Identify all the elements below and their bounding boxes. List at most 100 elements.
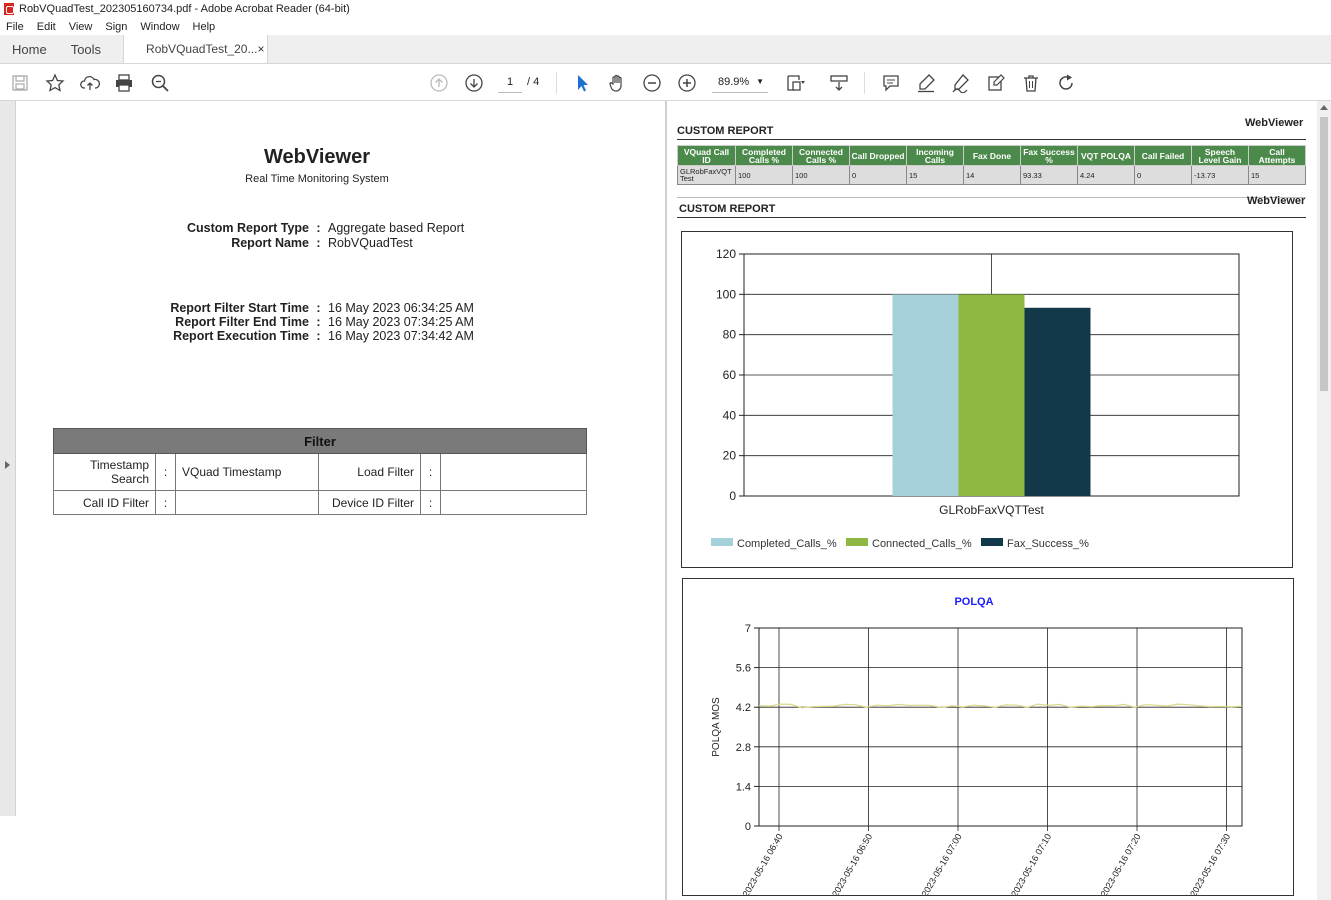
field-execution-time: Report Execution Time : 16 May 2023 07:3… (17, 329, 628, 343)
table-cell: 100 (792, 165, 850, 185)
field-colon: : (316, 315, 321, 329)
field-value: 16 May 2023 07:34:25 AM (328, 315, 474, 329)
select-arrow-icon[interactable] (572, 73, 592, 93)
plot-area (758, 627, 1243, 827)
window-title: RobVQuadTest_202305160734.pdf - Adobe Ac… (19, 3, 350, 15)
page-up-icon[interactable] (429, 73, 449, 93)
page-total: / 4 (527, 76, 540, 88)
filter-colon: : (420, 490, 441, 515)
table-cell: 4.24 (1077, 165, 1135, 185)
cloud-upload-icon[interactable] (80, 73, 100, 93)
filter-colon: : (155, 490, 176, 515)
pdf-page-1: WebViewer Real Time Monitoring System Cu… (17, 101, 665, 900)
report-title: WebViewer (264, 146, 370, 168)
y-axis-label: POLQA MOS (711, 697, 722, 757)
highlight-icon[interactable] (916, 73, 936, 93)
x-tick-label: 2023-05-16 07:00 (920, 832, 964, 895)
hand-icon[interactable] (607, 73, 627, 93)
scroll-up-icon[interactable] (1320, 105, 1328, 110)
comment-icon[interactable] (881, 73, 901, 93)
table-header: Incoming Calls (906, 145, 964, 166)
filter-label: Device ID Filter (318, 490, 421, 515)
scroll-mode-icon[interactable] (829, 73, 849, 93)
tab-tools[interactable]: Tools (59, 35, 113, 63)
scrollbar-thumb[interactable] (1320, 117, 1328, 391)
report-data-table: VQuad Call ID Completed Calls % Connecte… (677, 145, 1306, 185)
field-report-type: Custom Report Type : Aggregate based Rep… (17, 221, 628, 235)
legend-swatch (846, 538, 868, 546)
filter-label: Call ID Filter (53, 490, 156, 515)
table-header: Connected Calls % (792, 145, 850, 166)
table-cell: 93.33 (1020, 165, 1078, 185)
table-cell: 15 (1248, 165, 1306, 185)
legend-label: Completed_Calls_% (737, 538, 837, 550)
menu-window[interactable]: Window (140, 21, 179, 33)
menu-help[interactable]: Help (193, 21, 216, 33)
field-label: Custom Report Type (187, 221, 309, 235)
filter-value (440, 453, 587, 491)
fit-page-icon[interactable] (785, 73, 805, 93)
sign-icon[interactable] (951, 73, 971, 94)
search-zoom-icon[interactable] (150, 73, 170, 93)
zoom-level-select[interactable]: 89.9% ▼ (712, 71, 768, 93)
star-icon[interactable] (45, 73, 65, 93)
bar (892, 294, 959, 496)
delete-icon[interactable] (1021, 73, 1041, 93)
y-tick-label: 120 (716, 247, 736, 261)
table-header: Call Failed (1134, 145, 1192, 166)
page-down-icon[interactable] (464, 73, 484, 93)
tab-document[interactable]: RobVQuadTest_20... × (123, 35, 269, 63)
field-value: 16 May 2023 06:34:25 AM (328, 301, 474, 315)
y-tick-label: 40 (723, 408, 737, 422)
rotate-icon[interactable] (1056, 73, 1076, 93)
y-tick-label: 100 (716, 287, 736, 301)
table-header: VQT POLQA (1077, 145, 1135, 166)
toolbar (0, 64, 1331, 101)
vertical-scrollbar[interactable] (1317, 101, 1331, 900)
menu-sign[interactable]: Sign (105, 21, 127, 33)
zoom-out-icon[interactable] (642, 73, 662, 93)
menu-file[interactable]: File (6, 21, 24, 33)
filter-value: VQuad Timestamp (175, 453, 319, 491)
table-header: VQuad Call ID (677, 145, 736, 166)
x-tick-label: 2023-05-16 06:50 (830, 832, 874, 895)
bar-chart-panel: 0 20 40 60 80 100 120 GLRobFaxVQTTest Completed_… (681, 231, 1293, 568)
table-cell: 14 (963, 165, 1021, 185)
navigation-pane-collapsed[interactable] (0, 101, 16, 816)
expand-pane-icon[interactable] (5, 461, 10, 469)
y-tick-label: 2.8 (736, 742, 751, 754)
table-header: Speech Level Gain (1191, 145, 1249, 166)
tab-bar: Home Tools RobVQuadTest_20... × (0, 35, 1331, 64)
bottom-strip (0, 816, 16, 900)
print-icon[interactable] (114, 73, 134, 93)
zoom-in-icon[interactable] (677, 73, 697, 93)
tab-document-label: RobVQuadTest_20... (146, 42, 258, 56)
close-tab-icon[interactable]: × (257, 42, 264, 56)
y-tick-label: 20 (723, 449, 737, 463)
page-number-input[interactable]: 1 (498, 71, 522, 93)
x-tick-label: 2023-05-16 07:30 (1188, 832, 1232, 895)
stamp-icon[interactable] (986, 73, 1006, 93)
filter-colon: : (155, 453, 176, 491)
field-label: Report Name (231, 236, 309, 250)
filter-label: Load Filter (318, 453, 421, 491)
table-cell: GLRobFaxVQT Test (677, 165, 736, 185)
tab-home[interactable]: Home (0, 35, 59, 63)
menu-view[interactable]: View (69, 21, 93, 33)
line-chart-panel: POLQA 0 1.4 2.8 4.2 5.6 7 POLQA MOS 2023-05-16 0… (682, 578, 1294, 899)
field-colon: : (316, 221, 321, 235)
legend-swatch (981, 538, 1003, 546)
filter-header: Filter (53, 428, 587, 454)
save-icon[interactable] (10, 73, 30, 93)
x-tick-label: GLRobFaxVQTTest (939, 503, 1044, 517)
x-tick-label: 2023-05-16 07:10 (1009, 832, 1053, 895)
table-row: Call ID Filter : Device ID Filter : (53, 490, 587, 515)
field-report-name: Report Name : RobVQuadTest (17, 236, 628, 250)
table-header: Fax Done (963, 145, 1021, 166)
menu-edit[interactable]: Edit (37, 21, 56, 33)
section-brand: WebViewer (1247, 195, 1306, 207)
y-tick-label: 0 (745, 821, 751, 833)
polqa-line-chart: POLQA 0 1.4 2.8 4.2 5.6 7 POLQA MOS 2023-05-16 0… (711, 596, 1243, 899)
field-colon: : (316, 301, 321, 315)
legend-label: Fax_Success_% (1007, 538, 1089, 550)
